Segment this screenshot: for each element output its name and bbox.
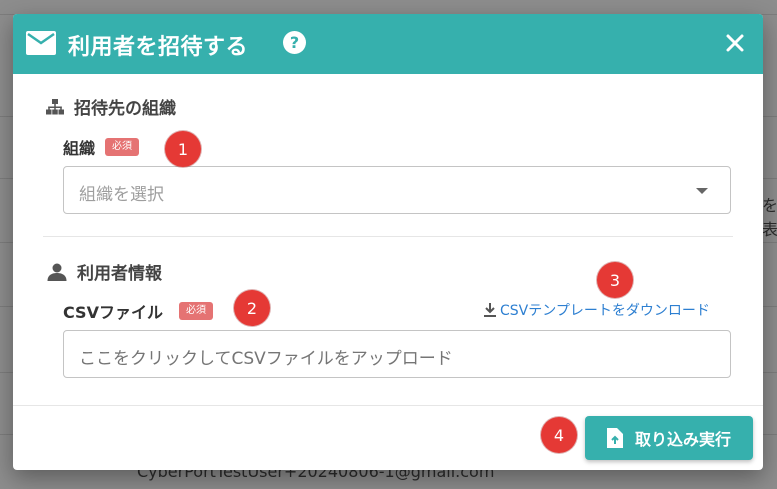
organization-section-label: 招待先の組織 [74,99,176,119]
csv-file-label-text: CSVファイル [63,303,163,322]
organization-label-text: 組織 [63,139,96,158]
organization-select-placeholder: 組織を選択 [79,185,164,205]
import-button-label: 取り込み実行 [634,430,731,449]
dialog-header: 利用者を招待する ? [13,14,763,74]
annotation-marker: 3 [597,262,633,298]
annotation-marker: 2 [234,290,270,326]
download-csv-template-text: CSVテンプレートをダウンロード [500,303,710,319]
annotation-marker: 4 [541,417,577,453]
download-csv-template-link[interactable]: CSVテンプレートをダウンロード [483,300,710,320]
mail-icon [26,31,56,55]
person-icon [47,263,67,281]
background-side-text: を表 [762,196,777,239]
help-icon[interactable]: ? [283,31,306,54]
organization-section-title: 招待先の組織 [46,94,176,119]
file-upload-icon [606,428,623,448]
import-execute-button[interactable]: 取り込み実行 [585,416,753,460]
organization-field-label: 組織 必須 [63,135,140,159]
footer-divider [13,405,763,406]
user-section-label: 利用者情報 [77,264,162,284]
invite-user-dialog: 利用者を招待する ? 招待先の組織 組織 必須 組織を選択 利用者情報 CSVフ… [13,14,763,470]
organization-select[interactable]: 組織を選択 [63,166,731,214]
close-icon[interactable] [725,33,745,53]
sitemap-icon [46,98,64,114]
section-divider [43,236,733,237]
chevron-down-icon [696,188,708,194]
csv-file-field-label: CSVファイル 必須 [63,299,213,323]
download-icon [484,303,496,317]
required-badge: 必須 [105,138,140,156]
csv-upload-field[interactable]: ここをクリックしてCSVファイルをアップロード [63,330,731,378]
annotation-marker: 1 [165,131,201,167]
user-section-title: 利用者情報 [47,259,162,284]
required-badge: 必須 [178,302,213,320]
dialog-title: 利用者を招待する [68,35,249,60]
csv-upload-placeholder: ここをクリックしてCSVファイルをアップロード [79,349,453,369]
